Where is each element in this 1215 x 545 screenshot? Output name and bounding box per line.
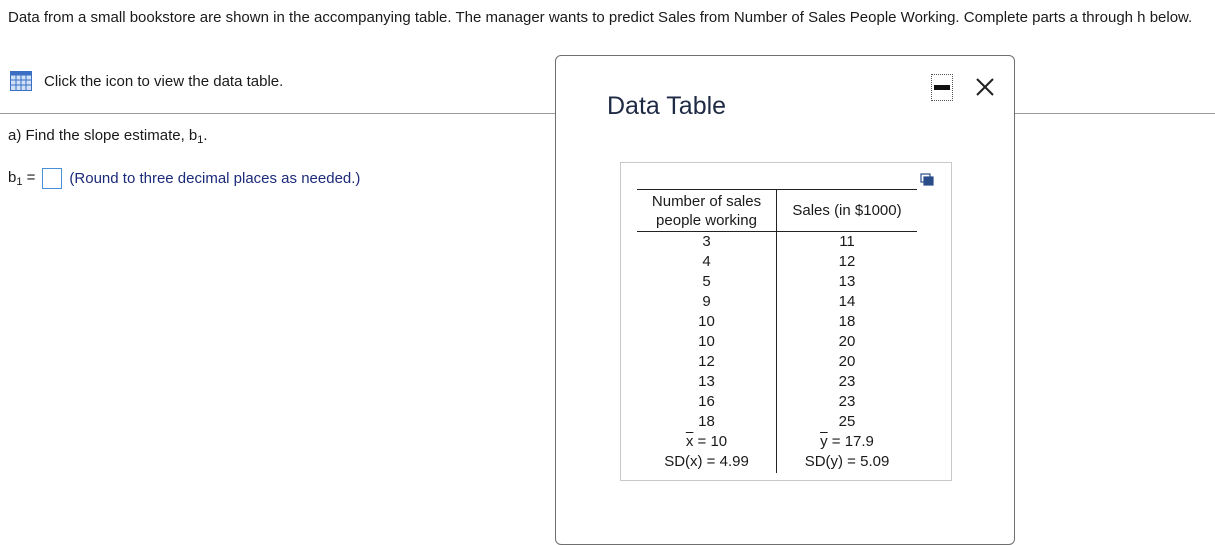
table-cell: 10 [698,333,715,350]
part-a-suffix: . [203,127,208,144]
table-cell: 9 [702,293,711,310]
table-cell: 25 [838,413,856,430]
table-cell: 20 [838,353,856,370]
part-a-text: a) Find the slope estimate, b [8,127,198,144]
view-data-table-link[interactable]: Click the icon to view the data table. [10,71,283,91]
column-header-sales-people: Number of sales people working [651,192,762,229]
answer-label: b1 = [8,169,35,188]
column-header-sales: Sales (in $1000) [792,202,902,219]
y-sd: SD(y) = 5.09 [804,453,890,470]
table-cell: 16 [698,393,715,410]
minimize-button[interactable] [931,74,953,101]
table-cell: 13 [838,273,856,290]
column-sales: Sales (in $1000) 11 12 13 14 18 20 20 23 23 25 y … [777,190,917,472]
table-cell: 18 [838,313,856,330]
answer-label-eq: = [22,169,36,186]
data-table-panel: Number of sales people working 3 4 5 9 10 10 1… [620,162,952,481]
x-sd: SD(x) = 4.99 [664,453,749,470]
table-cell: 12 [698,353,715,370]
table-cell: 23 [838,373,856,390]
table-cell: 5 [702,273,711,290]
y-mean-var: y [820,433,828,450]
close-icon [976,78,994,96]
part-a-prompt: a) Find the slope estimate, b1. [8,127,208,146]
x-mean: x = 10 [637,432,776,452]
column-sales-people: Number of sales people working 3 4 5 9 10 10 1… [637,190,776,472]
table-cell: 11 [839,233,855,250]
table-cell: 20 [838,333,856,350]
slope-answer-input[interactable] [42,168,63,189]
question-intro: Data from a small bookstore are shown in… [8,9,1193,26]
y-mean: y = 17.9 [777,432,917,452]
minimize-icon [934,85,950,90]
answer-row: b1 = (Round to three decimal places as n… [8,168,360,189]
table-cell: 14 [838,293,856,310]
dialog-title: Data Table [607,92,727,120]
data-link-text[interactable]: Click the icon to view the data table. [44,73,283,90]
data-table-dialog: Data Table Number of sales people workin… [555,55,1015,545]
sales-people-values: 3 4 5 9 10 10 12 13 16 18 [637,231,776,432]
table-cell: 12 [838,253,856,270]
close-button[interactable] [972,74,998,100]
table-cell: 23 [838,393,856,410]
table-cell: 13 [698,373,715,390]
rounding-hint: (Round to three decimal places as needed… [69,170,361,187]
table-cell: 3 [702,233,711,250]
table-cell: 18 [698,413,715,430]
sales-values: 11 12 13 14 18 20 20 23 23 25 [777,231,917,432]
x-mean-value: = 10 [693,433,728,450]
table-cell: 10 [698,313,715,330]
y-mean-value: = 17.9 [827,433,874,450]
table-cell: 4 [702,253,711,270]
copy-to-clipboard-icon[interactable] [920,173,934,187]
table-grid-icon[interactable] [10,71,32,91]
